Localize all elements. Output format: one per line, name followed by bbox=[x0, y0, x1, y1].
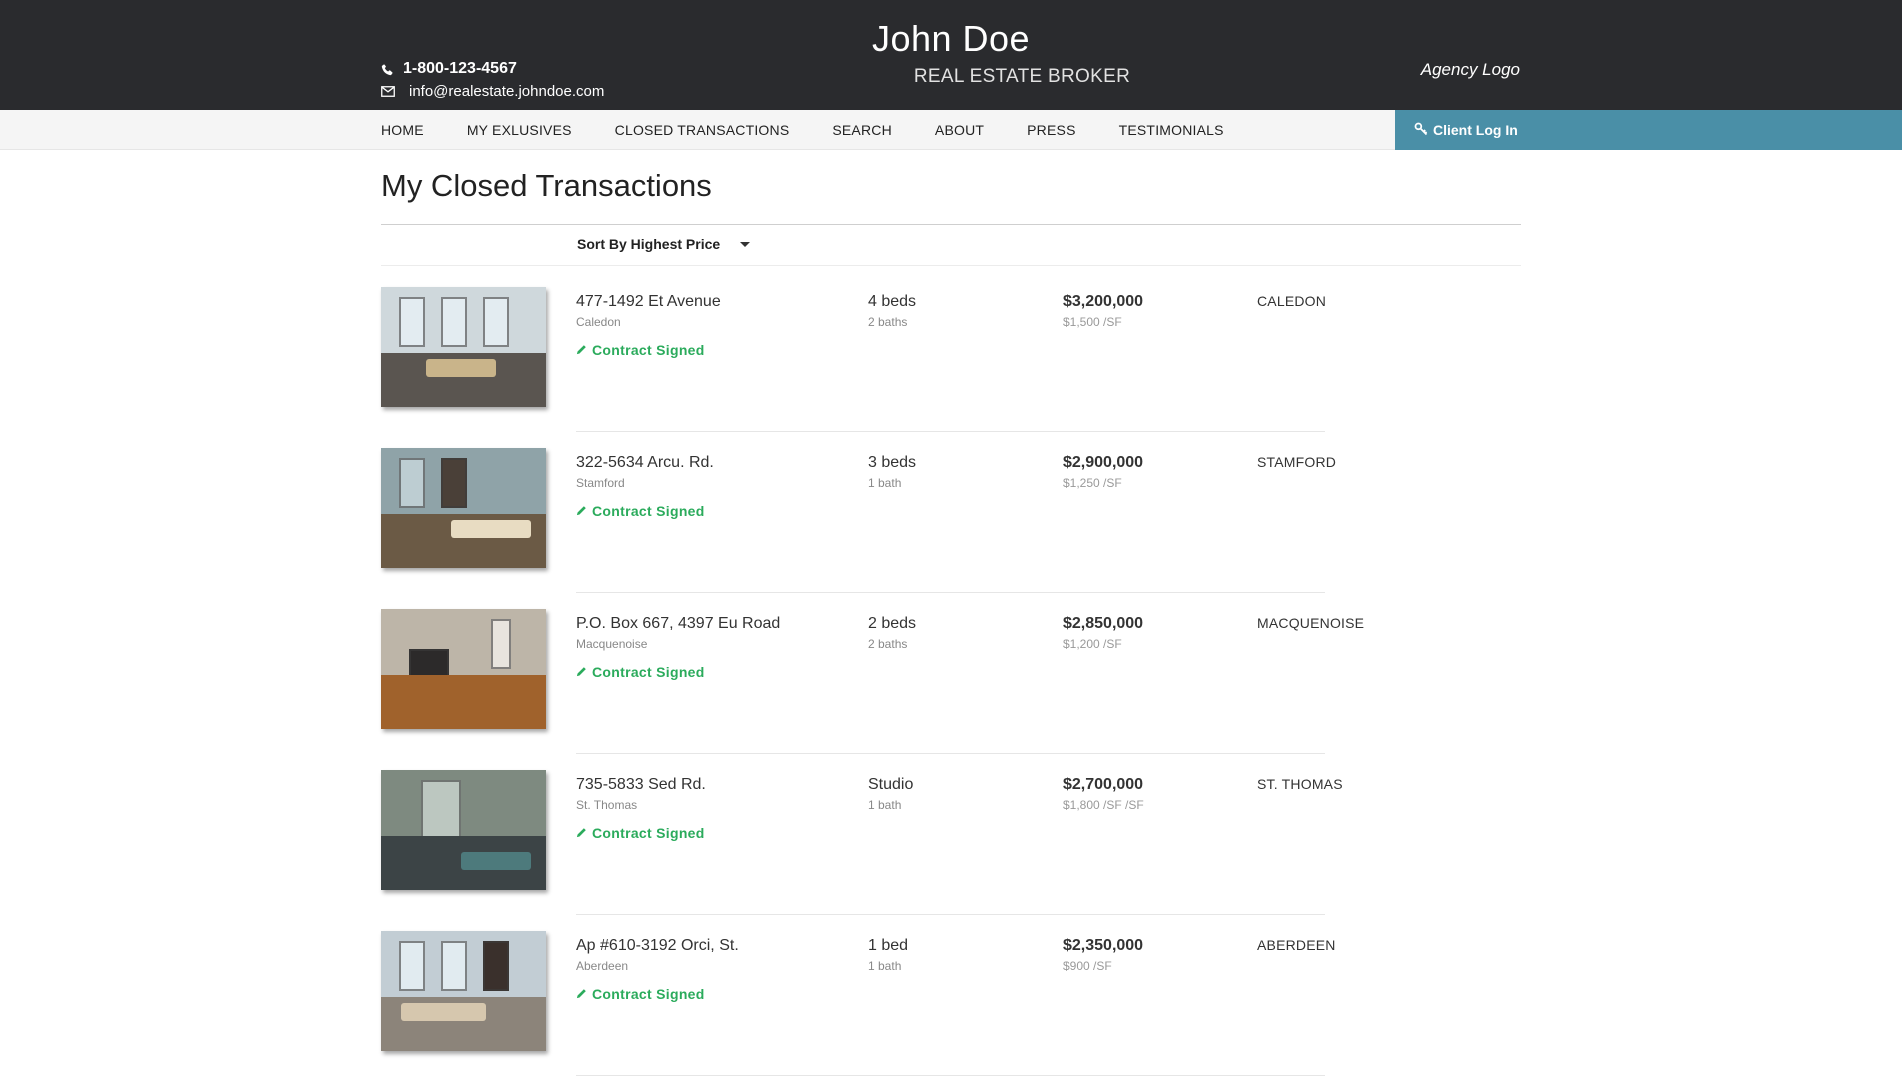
status-label: Contract Signed bbox=[592, 664, 705, 680]
main-nav: HOME MY EXLUSIVES CLOSED TRANSACTIONS SE… bbox=[0, 110, 1902, 150]
listing-city: Aberdeen bbox=[576, 959, 629, 973]
listing-price-per-sf: $1,200 /SF bbox=[1063, 637, 1122, 651]
listing-item: 322-5634 Arcu. Rd. Stamford Contract Sig… bbox=[381, 448, 1521, 609]
sort-label: Sort By Highest Price bbox=[577, 236, 721, 252]
nav-my-exlusives[interactable]: MY EXLUSIVES bbox=[467, 122, 572, 138]
listing-price-per-sf: $1,800 /SF /SF bbox=[1063, 798, 1144, 812]
pencil-icon bbox=[576, 825, 587, 841]
listing-address[interactable]: 322-5634 Arcu. Rd. bbox=[576, 454, 714, 472]
listing-price: $2,350,000 bbox=[1063, 937, 1144, 954]
listing-photo[interactable] bbox=[381, 770, 546, 890]
nav-press[interactable]: PRESS bbox=[1027, 122, 1075, 138]
title-divider bbox=[381, 224, 1521, 225]
listing-city: Macquenoise bbox=[576, 637, 648, 651]
listing-baths: 2 baths bbox=[868, 637, 908, 651]
listing-city-caps: CALEDON bbox=[1257, 293, 1327, 309]
listing-city: St. Thomas bbox=[576, 798, 638, 812]
pencil-icon bbox=[576, 503, 587, 519]
status-badge: Contract Signed bbox=[576, 342, 705, 358]
status-badge: Contract Signed bbox=[576, 825, 705, 841]
listing-price: $2,700,000 bbox=[1063, 776, 1144, 793]
listing-photo[interactable] bbox=[381, 609, 546, 729]
broker-role: REAL ESTATE BROKER bbox=[913, 66, 1131, 87]
listing-city-caps: ABERDEEN bbox=[1257, 937, 1336, 953]
listing-beds: Studio bbox=[868, 776, 914, 793]
listing-price-per-sf: $1,500 /SF bbox=[1063, 315, 1122, 329]
nav-home[interactable]: HOME bbox=[381, 122, 424, 138]
key-icon bbox=[1414, 122, 1428, 139]
status-badge: Contract Signed bbox=[576, 503, 705, 519]
status-badge: Contract Signed bbox=[576, 664, 705, 680]
listing-item: 477-1492 Et Avenue Caledon Contract Sign… bbox=[381, 287, 1521, 448]
agency-logo[interactable]: Agency Logo bbox=[1421, 60, 1520, 80]
listing-price: $2,900,000 bbox=[1063, 454, 1144, 471]
nav-search[interactable]: SEARCH bbox=[832, 122, 892, 138]
nav-menu: HOME MY EXLUSIVES CLOSED TRANSACTIONS SE… bbox=[381, 110, 1267, 150]
listing-baths: 2 baths bbox=[868, 315, 908, 329]
listing-beds: 1 bed bbox=[868, 937, 909, 954]
listing-baths: 1 bath bbox=[868, 476, 902, 490]
listing-photo[interactable] bbox=[381, 287, 546, 407]
status-label: Contract Signed bbox=[592, 503, 705, 519]
listing-city: Caledon bbox=[576, 315, 621, 329]
client-login-button[interactable]: Client Log In bbox=[1395, 110, 1902, 150]
listing-photo[interactable] bbox=[381, 448, 546, 568]
listing-city-caps: MACQUENOISE bbox=[1257, 615, 1365, 631]
listing-beds: 2 beds bbox=[868, 615, 917, 632]
listing-city-caps: ST. THOMAS bbox=[1257, 776, 1343, 792]
listing-city: Stamford bbox=[576, 476, 625, 490]
listing-address[interactable]: 477-1492 Et Avenue bbox=[576, 293, 721, 311]
sort-dropdown[interactable]: Sort By Highest Price bbox=[577, 236, 751, 252]
status-label: Contract Signed bbox=[592, 342, 705, 358]
listing-baths: 1 bath bbox=[868, 959, 902, 973]
listing-address[interactable]: 735-5833 Sed Rd. bbox=[576, 776, 706, 794]
listing-baths: 1 bath bbox=[868, 798, 902, 812]
listing-price-per-sf: $900 /SF bbox=[1063, 959, 1112, 973]
row-divider bbox=[576, 592, 1325, 593]
listing-beds: 3 beds bbox=[868, 454, 917, 471]
listing-address[interactable]: Ap #610-3192 Orci, St. bbox=[576, 937, 739, 955]
row-divider bbox=[576, 1075, 1325, 1076]
client-login-label: Client Log In bbox=[1433, 122, 1518, 138]
pencil-icon bbox=[576, 986, 587, 1002]
listing-photo[interactable] bbox=[381, 931, 546, 1051]
caret-down-icon bbox=[740, 241, 751, 247]
nav-closed-transactions[interactable]: CLOSED TRANSACTIONS bbox=[615, 122, 790, 138]
listing-price-per-sf: $1,250 /SF bbox=[1063, 476, 1122, 490]
status-badge: Contract Signed bbox=[576, 986, 705, 1002]
site-header: 1-800-123-4567 info@realestate.johndoe.c… bbox=[0, 0, 1902, 110]
broker-name[interactable]: John Doe bbox=[0, 18, 1902, 60]
nav-about[interactable]: ABOUT bbox=[935, 122, 984, 138]
listing-city-caps: STAMFORD bbox=[1257, 454, 1337, 470]
row-divider bbox=[576, 753, 1325, 754]
row-divider bbox=[576, 914, 1325, 915]
nav-testimonials[interactable]: TESTIMONIALS bbox=[1119, 122, 1224, 138]
sort-divider bbox=[381, 265, 1521, 266]
row-divider bbox=[576, 431, 1325, 432]
listing-item: P.O. Box 667, 4397 Eu Road Macquenoise C… bbox=[381, 609, 1521, 770]
pencil-icon bbox=[576, 664, 587, 680]
page-title: My Closed Transactions bbox=[381, 168, 712, 203]
pencil-icon bbox=[576, 342, 587, 358]
listing-item: Ap #610-3192 Orci, St. Aberdeen Contract… bbox=[381, 931, 1521, 1080]
listing-price: $2,850,000 bbox=[1063, 615, 1144, 632]
listing-address[interactable]: P.O. Box 667, 4397 Eu Road bbox=[576, 615, 780, 633]
status-label: Contract Signed bbox=[592, 825, 705, 841]
status-label: Contract Signed bbox=[592, 986, 705, 1002]
listing-item: 735-5833 Sed Rd. St. Thomas Contract Sig… bbox=[381, 770, 1521, 931]
listing-beds: 4 beds bbox=[868, 293, 917, 310]
listing-price: $3,200,000 bbox=[1063, 293, 1144, 310]
brand: John Doe REAL ESTATE BROKER bbox=[0, 18, 1902, 88]
